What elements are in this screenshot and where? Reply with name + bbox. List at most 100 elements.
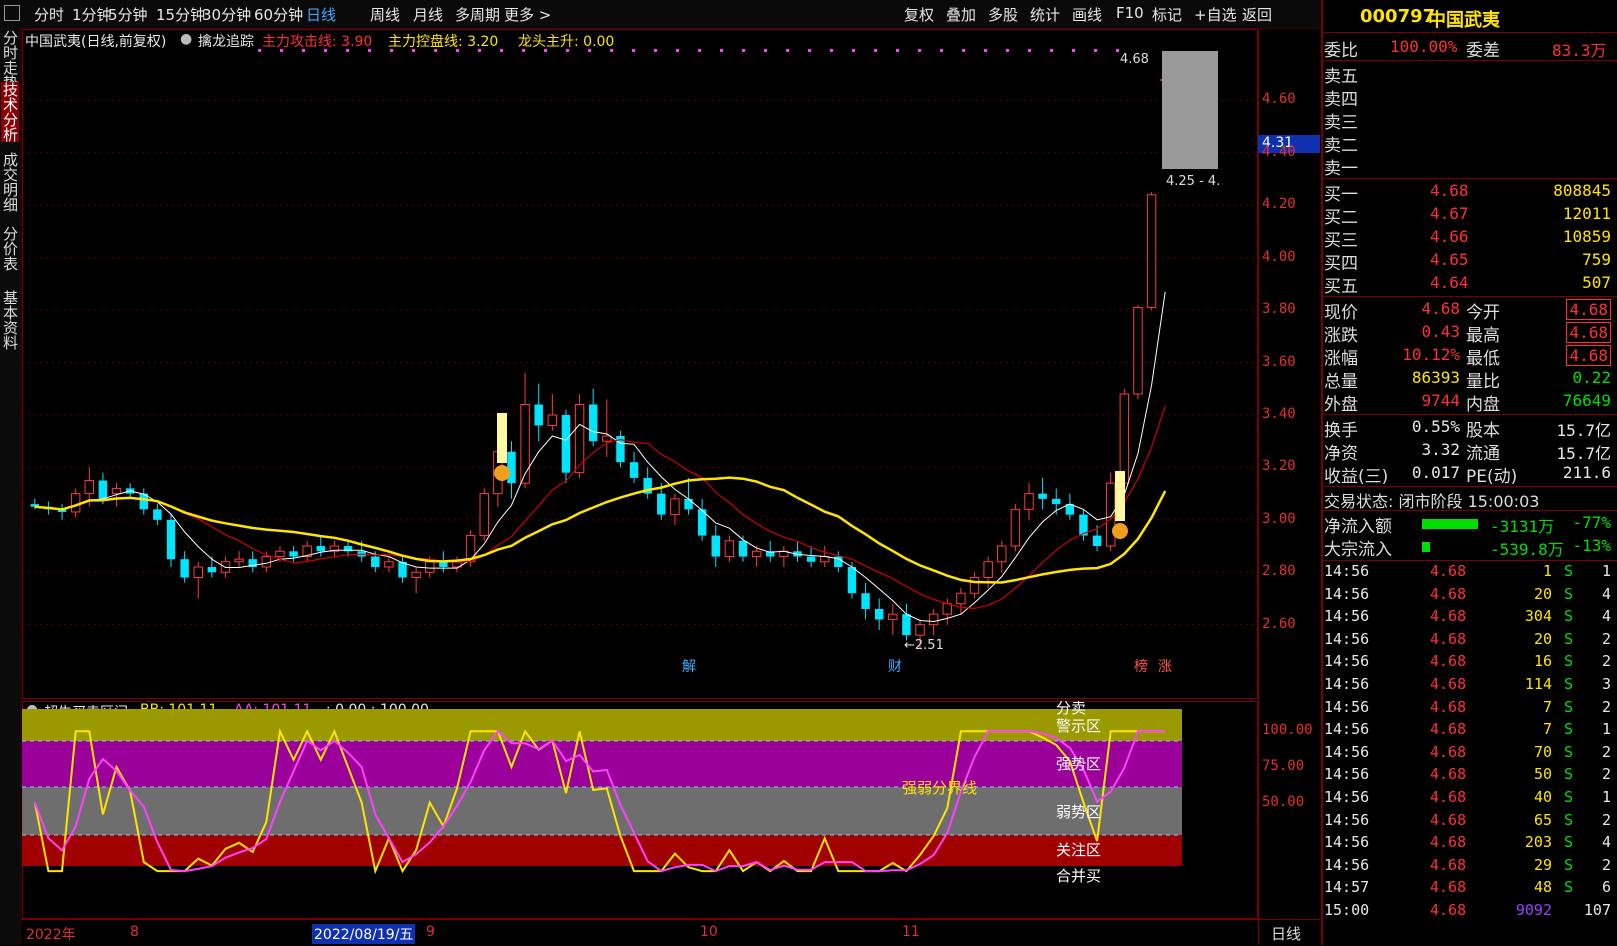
- date-label-0: 2022年: [26, 927, 76, 943]
- stat-v1-4: 9744: [1421, 391, 1460, 410]
- left-tab-0[interactable]: 分时走势: [1, 30, 19, 90]
- left-tab-1[interactable]: 技术分析: [1, 82, 19, 142]
- candle-body-29: [425, 561, 435, 573]
- toolbar-action-1[interactable]: 叠加: [946, 4, 976, 25]
- price-tick-6: 3.40: [1262, 405, 1296, 422]
- candle-body-42: [602, 435, 612, 442]
- low-price-marker: ←2.51: [904, 638, 944, 653]
- dot-1: [280, 49, 283, 52]
- period-tab-1[interactable]: 1分钟: [72, 4, 112, 25]
- candle-body-13: [207, 567, 217, 573]
- left-tab-3[interactable]: 分价表: [1, 226, 19, 271]
- candle-body-50: [711, 535, 720, 557]
- candle-body-41: [588, 404, 598, 442]
- toolbar-action-6[interactable]: 标记: [1152, 4, 1182, 25]
- tick-side-13: S: [1564, 855, 1574, 874]
- tick-num-15: 107: [1583, 901, 1611, 919]
- menu-icon[interactable]: [4, 5, 20, 21]
- toolbar-action-4[interactable]: 画线: [1072, 4, 1102, 25]
- date-label-1: 8: [130, 924, 139, 940]
- event-marker-2: 榜: [1134, 658, 1148, 675]
- period-tab-8[interactable]: 月线: [413, 4, 443, 25]
- left-tab-4[interactable]: 基本资料: [1, 290, 19, 350]
- tick-time-6: 14:56: [1324, 697, 1370, 716]
- candle-body-66: [928, 613, 939, 626]
- period-tab-9[interactable]: 多周期: [455, 4, 500, 25]
- stat2-l2-1: 流通: [1466, 444, 1500, 464]
- toolbar-action-3[interactable]: 统计: [1030, 4, 1060, 25]
- candle-body-10: [166, 519, 176, 560]
- period-tab-10[interactable]: 更多 >: [504, 4, 551, 25]
- stat-l1-0: 现价: [1324, 303, 1358, 323]
- tick-price-14: 4.68: [1430, 878, 1467, 897]
- weibi-label: 委比: [1324, 41, 1358, 61]
- sub-tick-0: 100.00: [1262, 722, 1313, 739]
- dot-18: [654, 49, 657, 52]
- candle-body-73: [1024, 493, 1034, 510]
- period-tab-0[interactable]: 分时: [34, 4, 64, 25]
- tick-price-12: 4.68: [1430, 833, 1467, 852]
- period-indicator[interactable]: 日线: [1258, 919, 1321, 945]
- stat-l2-3: 量比: [1466, 372, 1500, 392]
- tick-num-2: 4: [1601, 607, 1611, 626]
- dot-6: [390, 49, 393, 52]
- buy-level-label-3: 买四: [1324, 254, 1358, 274]
- period-tab-6[interactable]: 日线: [306, 4, 336, 25]
- tick-num-12: 4: [1601, 833, 1611, 852]
- tick-price-10: 4.68: [1430, 788, 1467, 806]
- tick-vol-9: 50: [1533, 765, 1552, 784]
- dot-9: [456, 49, 459, 52]
- stat-v1-2: 10.12%: [1402, 345, 1460, 364]
- period-tab-7[interactable]: 周线: [370, 4, 400, 25]
- candle-body-4: [84, 480, 95, 495]
- tick-time-0: 14:56: [1324, 562, 1370, 580]
- buy-level-label-4: 买五: [1324, 277, 1358, 297]
- toolbar-action-7[interactable]: +自选: [1194, 4, 1237, 25]
- stat-l1-2: 涨幅: [1324, 349, 1358, 369]
- period-tab-4[interactable]: 30分钟: [202, 4, 251, 25]
- tick-vol-4: 16: [1533, 652, 1552, 671]
- stat2-v1-0: 0.55%: [1411, 417, 1460, 436]
- candle-body-33: [479, 493, 489, 537]
- candle-body-71: [997, 545, 1007, 563]
- period-tab-2[interactable]: 5分钟: [108, 4, 148, 25]
- period-tab-5[interactable]: 60分钟: [254, 4, 303, 25]
- candle-body-46: [657, 493, 666, 515]
- weicha-value: 83.3万: [1552, 41, 1607, 60]
- candle-body-17: [261, 556, 272, 568]
- candle-body-60: [847, 567, 857, 594]
- tick-num-0: 1: [1601, 562, 1611, 580]
- candle-body-61: [861, 593, 870, 609]
- stat-l1-1: 涨跌: [1324, 326, 1358, 346]
- dot-4: [346, 49, 349, 52]
- dot-28: [874, 49, 877, 52]
- buy-level-price-3: 4.65: [1430, 250, 1469, 269]
- range-box: [1162, 51, 1218, 169]
- stat2-v1-2: 0.017: [1411, 463, 1460, 482]
- stat-l2-4: 内盘: [1466, 395, 1500, 415]
- dot-12: [522, 49, 525, 52]
- trade-status: 交易状态: 闭市阶段 15:00:03: [1324, 492, 1540, 511]
- dot-27: [852, 49, 855, 52]
- dot-15: [588, 49, 591, 52]
- toolbar-action-8[interactable]: 返回: [1242, 4, 1272, 25]
- tick-time-2: 14:56: [1324, 607, 1370, 626]
- toolbar-action-5[interactable]: F10: [1116, 4, 1144, 22]
- tick-price-11: 4.68: [1430, 810, 1467, 829]
- tick-side-3: S: [1564, 629, 1574, 648]
- tick-vol-12: 203: [1524, 833, 1552, 852]
- tick-price-6: 4.68: [1430, 697, 1467, 716]
- toolbar-action-0[interactable]: 复权: [904, 4, 934, 25]
- period-tab-3[interactable]: 15分钟: [156, 4, 205, 25]
- candle-body-81: [1133, 307, 1143, 395]
- tick-num-14: 6: [1601, 878, 1611, 897]
- stock-name: 中国武夷: [1428, 10, 1500, 31]
- candle-body-15: [234, 558, 244, 563]
- stat-v1-1: 0.43: [1421, 322, 1460, 341]
- toolbar-action-2[interactable]: 多股: [988, 4, 1018, 25]
- dot-23: [764, 49, 767, 52]
- tick-time-1: 14:56: [1324, 584, 1370, 603]
- left-tab-2[interactable]: 成交明细: [1, 152, 19, 212]
- date-label-5: 11: [902, 924, 920, 940]
- stat-l2-0: 今开: [1466, 303, 1500, 323]
